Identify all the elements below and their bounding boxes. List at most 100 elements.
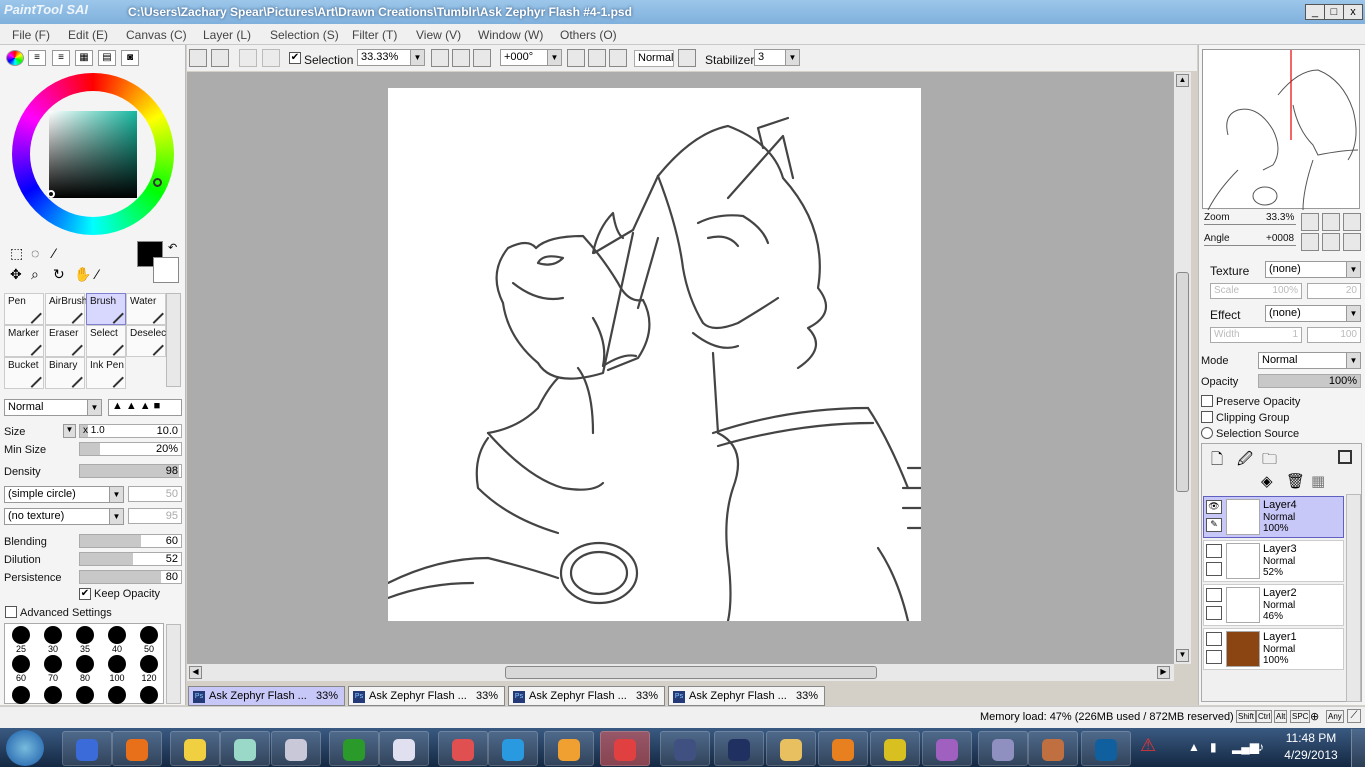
new-layer-icon[interactable]: 🗋: [1211, 449, 1223, 474]
horizontal-scroll-thumb[interactable]: [505, 666, 877, 679]
menu-canvas[interactable]: Canvas (C): [126, 28, 187, 42]
angle-select[interactable]: +000° ▼: [500, 49, 562, 66]
tool-grid-scrollbar[interactable]: [166, 293, 181, 387]
zoom-icon[interactable]: ⌕: [31, 266, 39, 283]
maximize-button[interactable]: □: [1324, 4, 1344, 20]
menu-view[interactable]: View (V): [416, 28, 461, 42]
menu-window[interactable]: Window (W): [478, 28, 543, 42]
layer-item[interactable]: Layer1 Normal 100%: [1203, 628, 1344, 670]
app-vinyl2-taskbar-button[interactable]: [714, 731, 764, 766]
document-tab[interactable]: Ps Ask Zephyr Flash ... 33%: [668, 686, 825, 706]
app-applebloom-taskbar-button[interactable]: [438, 731, 488, 766]
show-desktop-button[interactable]: [1351, 729, 1365, 767]
volume-icon[interactable]: ♪: [1258, 740, 1264, 754]
hsv-slider-tab-icon[interactable]: ≡: [52, 50, 70, 66]
swap-colors-icon[interactable]: ↶: [168, 241, 177, 254]
rgb-slider-tab-icon[interactable]: ≡: [28, 50, 46, 66]
brush-mode-select[interactable]: Normal ▼: [4, 399, 102, 416]
nav-angle-slider[interactable]: [1204, 245, 1296, 246]
brush-size-preset[interactable]: [76, 686, 94, 704]
layer-mask-icon[interactable]: [1338, 450, 1352, 464]
app-scanner-taskbar-button[interactable]: [1028, 731, 1078, 766]
menu-others[interactable]: Others (O): [560, 28, 617, 42]
view-mode-field[interactable]: Normal: [634, 50, 674, 67]
deselect-icon[interactable]: [239, 49, 257, 67]
rotate-icon[interactable]: ↻: [53, 266, 65, 283]
brush-size-preset[interactable]: [140, 626, 158, 644]
hp-taskbar-button[interactable]: [1081, 731, 1131, 766]
rotate-cw-icon[interactable]: [588, 49, 606, 67]
tool-pen[interactable]: Pen: [4, 293, 44, 325]
undo-icon[interactable]: [189, 49, 207, 67]
saturation-value-box[interactable]: [49, 111, 137, 198]
layer-edit-lock-icon[interactable]: [1206, 562, 1222, 576]
minimize-button[interactable]: _: [1305, 4, 1325, 20]
texture-scale-field[interactable]: Scale 100%: [1210, 283, 1302, 299]
tool-marker[interactable]: Marker: [4, 325, 44, 357]
power-icon[interactable]: ▮: [1210, 740, 1217, 754]
scroll-up-icon[interactable]: ▲: [1176, 74, 1189, 87]
move-icon[interactable]: ✥: [10, 266, 22, 283]
layer-visibility-icon[interactable]: [1206, 544, 1222, 558]
app-pony1-taskbar-button[interactable]: [62, 731, 112, 766]
zoom-select[interactable]: 33.33% ▼: [357, 49, 425, 66]
merge-down-icon[interactable]: ◈: [1261, 472, 1273, 490]
menu-selection[interactable]: Selection (S): [270, 28, 339, 42]
start-button[interactable]: [6, 730, 44, 766]
brush-size-preset[interactable]: [44, 655, 62, 673]
layer-edit-lock-icon[interactable]: [1206, 606, 1222, 620]
brush-size-preset[interactable]: [76, 655, 94, 673]
tray-expand-icon[interactable]: ▲: [1188, 740, 1200, 754]
scratchpad-tab-icon[interactable]: ◙: [121, 50, 139, 66]
app-green-taskbar-button[interactable]: [329, 731, 379, 766]
swatch-tab-icon[interactable]: ▦: [75, 50, 93, 66]
delete-layer-icon[interactable]: 🗑: [1286, 472, 1305, 490]
keep-opacity-checkbox[interactable]: ✔: [79, 588, 91, 600]
tool-select[interactable]: Select: [86, 325, 126, 357]
new-folder-icon[interactable]: 🗀: [1262, 449, 1277, 474]
nav-zoom-slider[interactable]: [1204, 224, 1296, 225]
layer-edit-lock-icon[interactable]: ✎: [1206, 518, 1222, 532]
magic-wand-icon[interactable]: ⁄: [53, 245, 55, 261]
clock-time[interactable]: 11:48 PM: [1278, 731, 1344, 745]
brush-size-preset[interactable]: [108, 655, 126, 673]
explorer-taskbar-button[interactable]: [766, 731, 816, 766]
nav-zoom-reset-icon[interactable]: [1343, 213, 1361, 231]
effect-strength-field[interactable]: 100: [1307, 327, 1361, 343]
size-range-dropdown-icon[interactable]: ▼: [63, 424, 76, 438]
layer-visibility-icon[interactable]: 👁: [1206, 500, 1222, 514]
redo-icon[interactable]: [211, 49, 229, 67]
flip-horizontal-icon[interactable]: [678, 49, 696, 67]
layer-effect-select[interactable]: (none) ▼: [1265, 305, 1361, 322]
brush-texture-select[interactable]: (no texture) ▼: [4, 508, 124, 525]
selection-source-radio[interactable]: [1201, 427, 1213, 439]
color-wheel-tab-icon[interactable]: [6, 50, 24, 66]
density-slider[interactable]: 98: [79, 464, 182, 478]
lasso-icon[interactable]: ◌: [31, 245, 39, 261]
brush-size-preset[interactable]: [12, 655, 30, 673]
menu-edit[interactable]: Edit (E): [68, 28, 108, 42]
persistence-slider[interactable]: 80: [79, 570, 182, 584]
brush-shape-strength[interactable]: 50: [128, 486, 182, 502]
brush-size-preset[interactable]: [44, 686, 62, 704]
scroll-down-icon[interactable]: ▼: [1176, 649, 1189, 662]
layer-item[interactable]: Layer2 Normal 46%: [1203, 584, 1344, 626]
app-vinyl-taskbar-button[interactable]: [660, 731, 710, 766]
layer-list-scrollbar[interactable]: [1346, 494, 1361, 702]
tool-bucket[interactable]: Bucket: [4, 357, 44, 389]
scroll-left-icon[interactable]: ◀: [189, 666, 202, 679]
media-player-taskbar-button[interactable]: [818, 731, 868, 766]
layer-blend-mode-select[interactable]: Normal ▼: [1258, 352, 1361, 369]
brush-edge-selector[interactable]: ▲▲▲■: [108, 399, 182, 416]
clock-date[interactable]: 4/29/2013: [1278, 748, 1344, 762]
layer-item[interactable]: 👁 ✎ Layer4 Normal 100%: [1203, 496, 1344, 538]
network-icon[interactable]: ▂▄▆: [1232, 740, 1259, 754]
canvas-vertical-scrollbar[interactable]: ▲ ▼: [1174, 72, 1191, 664]
clipping-group-checkbox[interactable]: [1201, 411, 1213, 423]
tool-airbrush[interactable]: AirBrush: [45, 293, 87, 325]
brush-preset-scrollbar[interactable]: [166, 624, 181, 704]
dilution-slider[interactable]: 52: [79, 552, 182, 566]
menu-layer[interactable]: Layer (L): [203, 28, 251, 42]
new-linework-layer-icon[interactable]: 🖉: [1237, 449, 1253, 474]
app-4-taskbar-button[interactable]: [922, 731, 972, 766]
